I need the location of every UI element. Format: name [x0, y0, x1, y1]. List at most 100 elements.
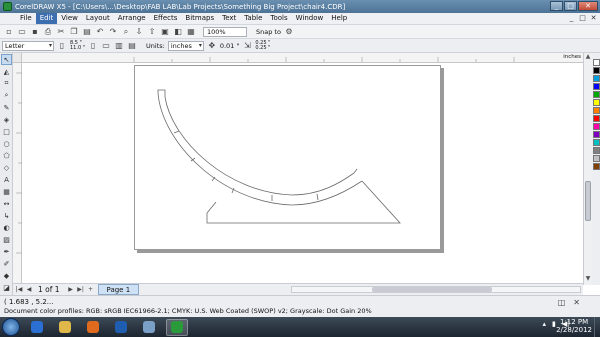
export-icon[interactable]: ⇧ — [147, 27, 157, 37]
text-tool-icon[interactable]: A — [1, 174, 12, 185]
coreldraw-app-icon[interactable] — [3, 2, 12, 11]
eyedropper-tool-icon[interactable]: ✒ — [1, 246, 12, 257]
menu-layout[interactable]: Layout — [82, 13, 114, 24]
swatch-blue[interactable] — [592, 83, 600, 90]
last-page-icon[interactable]: ▶| — [77, 286, 85, 294]
page-tab[interactable]: Page 1 — [97, 284, 140, 295]
pdf-icon[interactable]: ▣ — [160, 27, 170, 37]
drawing-workspace[interactable] — [22, 63, 583, 283]
snap-to-button[interactable]: Snap to — [256, 28, 281, 36]
menu-file[interactable]: File — [16, 13, 36, 24]
basic-shapes-tool-icon[interactable]: ◇ — [1, 162, 12, 173]
zoom-level-combo[interactable]: 100% — [203, 26, 247, 37]
units-combo[interactable]: inches — [167, 40, 204, 51]
taskbar-app-media[interactable] — [110, 319, 132, 336]
previous-page-icon[interactable]: ◀ — [25, 286, 33, 294]
doc-restore-button[interactable]: □ — [578, 14, 587, 23]
paper-size-combo[interactable]: Letter — [2, 40, 54, 51]
menu-bitmaps[interactable]: Bitmaps — [181, 13, 218, 24]
paste-icon[interactable]: ▤ — [82, 27, 92, 37]
nudge-distance-field[interactable]: 0.01 " — [220, 42, 240, 50]
taskbar-app-coreldraw[interactable] — [166, 318, 188, 336]
swatch-yellow[interactable] — [592, 99, 600, 106]
vertical-scrollbar[interactable]: ▲ ▼ — [583, 53, 592, 285]
welcome-screen-icon[interactable]: ◧ — [173, 27, 183, 37]
redo-icon[interactable]: ↷ — [108, 27, 118, 37]
first-page-icon[interactable]: |◀ — [15, 286, 23, 294]
ellipse-tool-icon[interactable]: ○ — [1, 138, 12, 149]
current-page-icon[interactable]: ▤ — [127, 41, 137, 51]
tray-arrow-icon[interactable]: ▴ — [543, 320, 547, 328]
menu-help[interactable]: Help — [327, 13, 351, 24]
vertical-ruler[interactable] — [13, 63, 22, 283]
zoom-tool-icon[interactable]: ⌕ — [1, 90, 12, 101]
options-gear-icon[interactable]: ⚙ — [284, 27, 294, 37]
cut-icon[interactable]: ✂ — [56, 27, 66, 37]
menu-arrange[interactable]: Arrange — [114, 13, 150, 24]
freehand-tool-icon[interactable]: ✎ — [1, 102, 12, 113]
scroll-down-icon[interactable]: ▼ — [584, 275, 592, 283]
blend-tool-icon[interactable]: ◐ — [1, 222, 12, 233]
swatch-teal[interactable] — [592, 139, 600, 146]
outline-indicator-icon[interactable]: ✕ — [573, 298, 580, 307]
menu-view[interactable]: View — [57, 13, 82, 24]
maximize-button[interactable]: □ — [564, 1, 577, 11]
menu-text[interactable]: Text — [218, 13, 240, 24]
swatch-brown[interactable] — [592, 163, 600, 170]
all-pages-icon[interactable]: ▥ — [114, 41, 124, 51]
duplicate-y-field[interactable]: 0.25 " — [255, 45, 270, 51]
show-desktop-button[interactable] — [594, 317, 600, 337]
taskbar-clock[interactable]: 1:12 PM 2/28/2012 — [556, 318, 592, 334]
next-page-icon[interactable]: ▶ — [67, 286, 75, 294]
pick-tool-icon[interactable]: ↖ — [1, 54, 12, 65]
scroll-up-icon[interactable]: ▲ — [584, 53, 592, 61]
vertical-scroll-thumb[interactable] — [585, 181, 591, 221]
horizontal-ruler[interactable]: inches — [13, 53, 583, 63]
start-button[interactable] — [2, 318, 20, 336]
undo-icon[interactable]: ↶ — [95, 27, 105, 37]
taskbar-app-explorer[interactable] — [54, 319, 76, 336]
doc-close-button[interactable]: ✕ — [589, 14, 598, 23]
swatch-light-gray[interactable] — [592, 155, 600, 162]
new-icon[interactable]: ▫ — [4, 27, 14, 37]
swatch-cyan[interactable] — [592, 75, 600, 82]
transparency-tool-icon[interactable]: ▨ — [1, 234, 12, 245]
menu-table[interactable]: Table — [240, 13, 266, 24]
swatch-white[interactable] — [592, 59, 600, 66]
ruler-origin[interactable] — [13, 53, 22, 63]
copy-icon[interactable]: ❐ — [69, 27, 79, 37]
minimize-button[interactable]: _ — [550, 1, 563, 11]
crop-tool-icon[interactable]: ⌗ — [1, 78, 12, 89]
menu-tools[interactable]: Tools — [266, 13, 291, 24]
menu-edit[interactable]: Edit — [35, 13, 58, 24]
taskbar-app-photos[interactable] — [138, 319, 160, 336]
taskbar-app-ie[interactable] — [26, 319, 48, 336]
swatch-orange[interactable] — [592, 107, 600, 114]
connector-tool-icon[interactable]: ↳ — [1, 210, 12, 221]
swatch-gray[interactable] — [592, 147, 600, 154]
horizontal-scrollbar[interactable] — [291, 286, 581, 293]
swatch-red[interactable] — [592, 115, 600, 122]
rectangle-tool-icon[interactable]: □ — [1, 126, 12, 137]
open-icon[interactable]: ▭ — [17, 27, 27, 37]
fill-tool-icon[interactable]: ◆ — [1, 270, 12, 281]
outline-tool-icon[interactable]: ✐ — [1, 258, 12, 269]
swatch-purple[interactable] — [592, 131, 600, 138]
smart-fill-tool-icon[interactable]: ◈ — [1, 114, 12, 125]
fill-indicator-icon[interactable]: ◫ — [558, 298, 566, 307]
close-button[interactable]: ✕ — [578, 1, 598, 11]
interactive-fill-tool-icon[interactable]: ◪ — [1, 282, 12, 293]
taskbar-app-firefox[interactable] — [82, 319, 104, 336]
table-tool-icon[interactable]: ▦ — [1, 186, 12, 197]
application-launcher-icon[interactable]: ▦ — [186, 27, 196, 37]
swatch-black[interactable] — [592, 67, 600, 74]
add-page-icon[interactable]: + — [87, 286, 95, 294]
color-profiles-status[interactable]: Document color profiles: RGB: sRGB IEC61… — [4, 307, 372, 315]
page-height-field[interactable]: 11.0 " — [70, 45, 85, 51]
swatch-green[interactable] — [592, 91, 600, 98]
menu-effects[interactable]: Effects — [150, 13, 182, 24]
landscape-icon[interactable]: ▭ — [101, 41, 111, 51]
doc-minimize-button[interactable]: _ — [567, 14, 576, 23]
portrait-icon[interactable]: ▯ — [88, 41, 98, 51]
horizontal-scroll-thumb[interactable] — [372, 287, 492, 292]
